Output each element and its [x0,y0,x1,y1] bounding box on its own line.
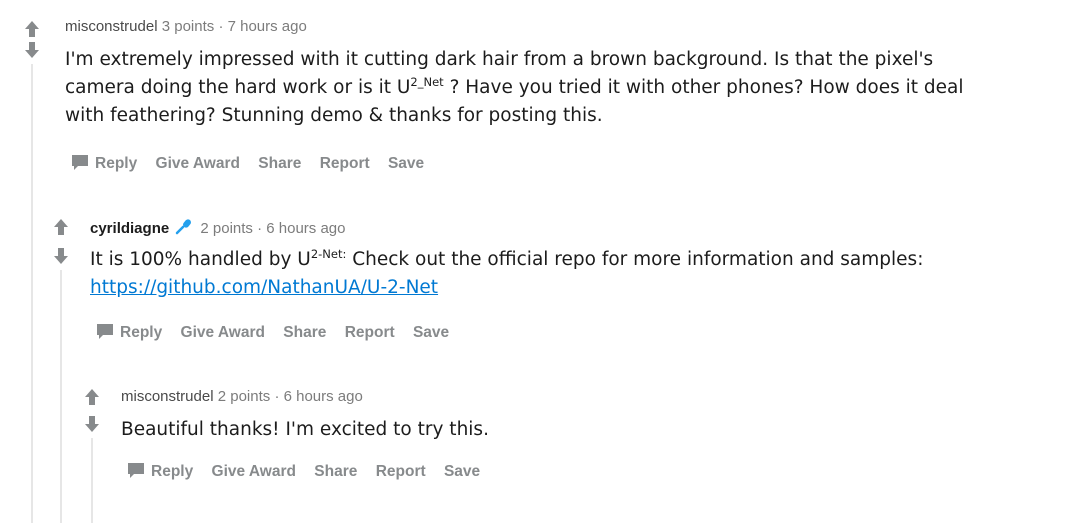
thread-line-3[interactable] [91,438,93,523]
downvote-arrow-icon[interactable] [82,415,102,435]
save-button[interactable]: Save [444,463,480,480]
give-award-button[interactable]: Give Award [212,463,296,480]
comment-actions-3: Reply Give Award Share Report Save [127,462,494,484]
vote-column-3 [82,388,102,435]
points: 2 points [217,388,271,405]
reply-label: Reply [151,463,194,480]
timestamp[interactable]: 6 hours ago [284,388,363,405]
upvote-arrow-icon[interactable] [82,388,102,408]
separator: · [274,388,280,405]
author-name[interactable]: misconstrudel [121,388,214,405]
report-button[interactable]: Report [376,463,426,480]
body-line: Beautiful thanks! I'm excited to try thi… [121,419,489,440]
comment-3: misconstrudel 2 points · 6 hours ago Bea… [0,0,1080,523]
share-button[interactable]: Share [314,463,357,480]
comment-body-3: Beautiful thanks! I'm excited to try thi… [121,416,489,444]
speech-bubble-icon [127,462,145,484]
reply-button[interactable]: Reply [127,463,193,480]
comment-meta-3: misconstrudel 2 points · 6 hours ago [121,388,363,405]
